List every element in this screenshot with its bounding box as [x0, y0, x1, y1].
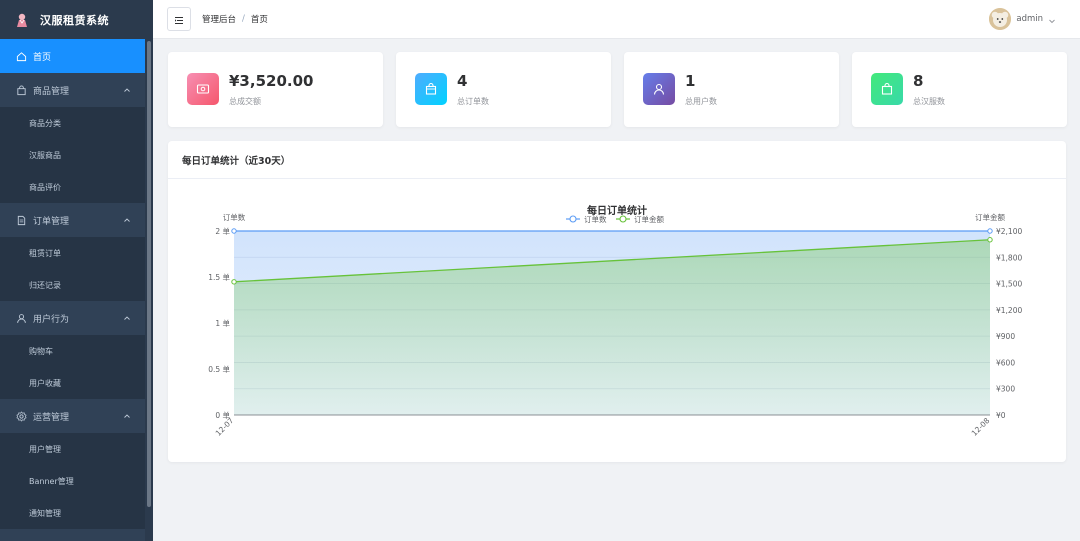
legend-marker [619, 215, 627, 223]
sidebar-subitem[interactable]: 汉服商品 [0, 139, 145, 171]
stat-label: 总成交额 [229, 97, 261, 106]
stat-card-users: 1 总用户数 [624, 52, 839, 127]
sidebar-item-label: 商品管理 [33, 86, 70, 97]
y-axis-name-left: 订单数 [223, 212, 246, 222]
stat-label: 总用户数 [685, 97, 717, 106]
y-axis-name-right: 订单金额 [975, 212, 1005, 222]
y-tick-label-left: 0.5 单 [208, 364, 230, 374]
data-point [987, 237, 993, 243]
data-point [987, 228, 993, 234]
daily-order-panel: 每日订单统计（近30天） 0 单 0.5 单1 单 1.5 单2 单 ¥0 ¥300 ¥6… [168, 141, 1066, 462]
y-tick-label-right: ¥900 [996, 332, 1015, 341]
breadcrumb: 管理后台 / 首页 [202, 13, 268, 25]
brand[interactable]: 汉服租赁系统 [0, 0, 153, 39]
user-menu[interactable]: admin [989, 8, 1056, 30]
sidebar-subitem[interactable]: Banner管理 [0, 465, 145, 497]
sidebar-menu: 首页 商品管理 商品分类 汉服商品 商品评价 订单管理 租赁订单 归还记录 用户… [0, 39, 145, 529]
menu-toggle-button[interactable] [167, 7, 191, 31]
y-tick-label-left: 2 单 [215, 226, 230, 236]
document-icon [16, 215, 27, 226]
y-tick-label-right: ¥2,100 [996, 227, 1022, 236]
sidebar-subitem[interactable]: 用户管理 [0, 433, 145, 465]
brand-title: 汉服租赁系统 [40, 13, 109, 27]
bag-icon [16, 84, 27, 96]
sidebar-item-label: 订单管理 [33, 216, 70, 227]
sidebar-item-orders[interactable]: 订单管理 [0, 203, 145, 237]
submenu-user-behavior: 购物车 用户收藏 [0, 335, 145, 399]
chevron-up-icon [123, 216, 131, 224]
sidebar-scrollbar[interactable] [145, 39, 153, 541]
sidebar-subitem[interactable]: 购物车 [0, 335, 145, 367]
stat-value: 8 [913, 72, 924, 90]
chevron-up-icon [123, 412, 131, 420]
user-name: admin [1016, 14, 1043, 24]
sidebar-item-label: 用户行为 [33, 314, 70, 325]
user-icon [643, 73, 675, 105]
top-header: 管理后台 / 首页 admin [153, 0, 1080, 39]
hamburger-icon [174, 10, 184, 29]
y-tick-label-right: ¥1,500 [996, 280, 1022, 289]
submenu-orders: 租赁订单 归还记录 [0, 237, 145, 301]
gear-icon [16, 410, 27, 422]
data-point [231, 279, 237, 285]
breadcrumb-item[interactable]: 管理后台 [202, 13, 236, 25]
sidebar-subitem[interactable]: 通知管理 [0, 497, 145, 529]
sidebar-item-goods[interactable]: 商品管理 [0, 73, 145, 107]
y-tick-label-left: 1.5 单 [208, 272, 230, 282]
sidebar-subitem[interactable]: 用户收藏 [0, 367, 145, 399]
x-tick-label: 12-08 [970, 416, 992, 438]
y-tick-label-left: 1 单 [215, 318, 230, 328]
bag-icon [871, 73, 903, 105]
home-icon [16, 51, 27, 62]
avatar[interactable] [989, 8, 1012, 30]
stat-value: 1 [685, 72, 696, 90]
y-tick-label-right: ¥300 [996, 385, 1015, 394]
stat-card-revenue: ¥3,520.00 总成交额 [168, 52, 383, 127]
stat-label: 总汉服数 [913, 97, 945, 106]
stat-card-hanfu: 8 总汉服数 [852, 52, 1067, 127]
legend-label: 订单数 [584, 214, 607, 224]
y-tick-label-right: ¥1,800 [996, 253, 1022, 262]
chevron-up-icon [123, 314, 131, 322]
sidebar-subitem[interactable]: 租赁订单 [0, 237, 145, 269]
sidebar-subitem[interactable]: 归还记录 [0, 269, 145, 301]
chevron-down-icon [1048, 10, 1056, 29]
stat-value: 4 [457, 72, 468, 90]
breadcrumb-separator: / [242, 14, 245, 24]
sidebar-item-label: 首页 [33, 52, 52, 63]
legend-label: 订单金额 [634, 214, 664, 224]
sidebar-item-label: 运营管理 [33, 412, 70, 423]
data-point [231, 228, 237, 234]
stat-card-orders: 4 总订单数 [396, 52, 611, 127]
money-icon [187, 73, 219, 105]
stat-value: ¥3,520.00 [229, 72, 314, 90]
stat-label: 总订单数 [457, 97, 489, 106]
sidebar-item-operations[interactable]: 运营管理 [0, 399, 145, 433]
shopping-bag-icon [415, 73, 447, 105]
breadcrumb-item-current: 首页 [250, 15, 268, 25]
scrollbar-thumb[interactable] [147, 41, 151, 507]
order-chart[interactable]: 0 单0.5 单1 单1.5 单2 单¥0¥300¥600¥900¥1,200¥… [168, 141, 1066, 462]
app-root: 汉服租赁系统 首页 商品管理 商品分类 汉服商品 商品评价 订单管理 租赁订单 … [0, 0, 1080, 541]
submenu-operations: 用户管理 Banner管理 通知管理 [0, 433, 145, 529]
sidebar-item-user-behavior[interactable]: 用户行为 [0, 301, 145, 335]
sidebar-item-home[interactable]: 首页 [0, 39, 145, 73]
hanfu-logo-icon [14, 12, 30, 28]
y-tick-label-right: ¥1,200 [996, 306, 1022, 315]
sidebar-subitem[interactable]: 商品分类 [0, 107, 145, 139]
y-tick-label-right: ¥600 [996, 358, 1015, 367]
submenu-goods: 商品分类 汉服商品 商品评价 [0, 107, 145, 203]
sidebar: 汉服租赁系统 首页 商品管理 商品分类 汉服商品 商品评价 订单管理 租赁订单 … [0, 0, 153, 541]
y-tick-label-right: ¥0 [996, 411, 1006, 420]
user-icon [16, 313, 27, 324]
legend-marker [569, 215, 577, 223]
chevron-up-icon [123, 86, 131, 94]
sidebar-subitem[interactable]: 商品评价 [0, 171, 145, 203]
